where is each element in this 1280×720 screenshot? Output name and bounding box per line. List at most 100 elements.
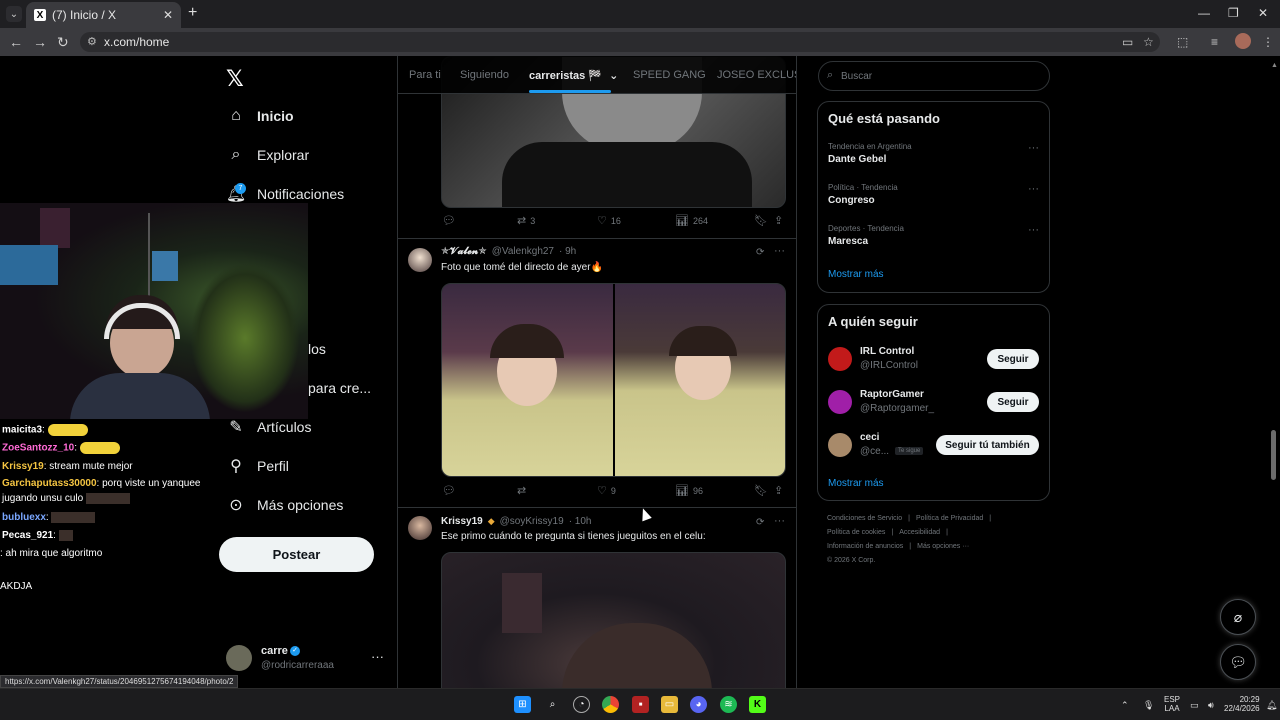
retweet-button[interactable]: ⇄ 3 bbox=[517, 214, 535, 227]
nav-explore[interactable]: ⌕ Explorar bbox=[226, 135, 310, 175]
tweet-author-handle[interactable]: @soyKrissy19 bbox=[500, 516, 564, 527]
bookmark-star-icon[interactable]: ☆ bbox=[1143, 35, 1154, 49]
follow-item[interactable]: ceci @ce... Te sigue Seguir tú también bbox=[828, 431, 1043, 461]
footer-cookies[interactable]: Política de cookies bbox=[827, 529, 885, 536]
page-scrollbar[interactable] bbox=[1271, 430, 1276, 480]
nav-partial-2[interactable]: los bbox=[308, 329, 326, 369]
follow-button[interactable]: Seguir bbox=[987, 392, 1039, 412]
views-button[interactable]: 📊︎ 264 bbox=[675, 214, 708, 227]
footer-accessibility[interactable]: Accesibilidad bbox=[899, 529, 940, 536]
follow-back-button[interactable]: Seguir tú también bbox=[936, 435, 1039, 455]
file-explorer-icon[interactable]: ▭ bbox=[661, 696, 678, 713]
discord-icon[interactable]: ◕ bbox=[690, 696, 707, 713]
nav-partial-3[interactable]: para cre... bbox=[308, 368, 371, 408]
system-clock[interactable]: 20:29 22/4/2026 bbox=[1224, 695, 1260, 713]
tweet-author-name[interactable]: ✯𝓥𝓪𝓵𝓮𝓷✯ bbox=[441, 246, 487, 257]
tab-close-icon[interactable]: ✕ bbox=[163, 8, 173, 22]
trend-item[interactable]: Deportes · Tendencia Maresca ··· bbox=[828, 224, 1043, 254]
follow-item[interactable]: RaptorGamer @Raptorgamer_ Seguir bbox=[828, 388, 1043, 418]
trends-show-more[interactable]: Mostrar más bbox=[828, 269, 884, 280]
windows-start-icon[interactable]: ⊞ bbox=[514, 696, 531, 713]
tweet-time[interactable]: · 9h bbox=[559, 246, 576, 257]
microphone-icon[interactable]: 🎙︎ bbox=[1143, 700, 1154, 711]
address-bar[interactable]: ⚙ x.com/home bbox=[80, 32, 1160, 52]
chrome-icon[interactable] bbox=[602, 696, 619, 713]
media-control-icon[interactable]: ≡ bbox=[1211, 35, 1218, 49]
nav-profile[interactable]: ⚲ Perfil bbox=[226, 446, 289, 486]
install-app-icon[interactable]: ▭ bbox=[1122, 35, 1133, 49]
grok-icon[interactable]: ⟳ bbox=[756, 247, 764, 258]
search-input[interactable]: ⌕ Buscar bbox=[818, 61, 1050, 91]
browser-tab[interactable]: X (7) Inicio / X ✕ bbox=[26, 2, 181, 28]
tab-carreristas[interactable]: carreristas 🏁 ⌄ bbox=[529, 69, 618, 82]
tab-joseo[interactable]: JOSEO EXCLUSIV bbox=[717, 69, 796, 81]
account-switcher[interactable]: carre ✓ @rodricarreraaa ··· bbox=[226, 643, 386, 675]
tweet-author-name[interactable]: Krissy19 bbox=[441, 516, 483, 527]
close-window-button[interactable]: ✕ bbox=[1258, 6, 1268, 20]
scroll-up-arrow-icon[interactable]: ▲ bbox=[1271, 62, 1278, 69]
trend-more-icon[interactable]: ··· bbox=[1028, 183, 1039, 195]
tray-chevron-icon[interactable]: ⌃ bbox=[1121, 700, 1129, 711]
tab-speed-gang[interactable]: SPEED GANG bbox=[633, 69, 706, 81]
nav-home[interactable]: ⌂ Inicio bbox=[226, 96, 293, 136]
extensions-icon[interactable]: ⬚ bbox=[1177, 35, 1188, 49]
site-info-icon[interactable]: ⚙ bbox=[87, 35, 97, 48]
tweet-video[interactable] bbox=[441, 552, 786, 688]
trend-item[interactable]: Política · Tendencia Congreso ··· bbox=[828, 183, 1043, 213]
forward-button[interactable]: → bbox=[33, 34, 47, 50]
footer-more[interactable]: Más opciones ··· bbox=[917, 543, 969, 550]
share-button[interactable]: ⇪ bbox=[774, 484, 783, 497]
minimize-button[interactable]: — bbox=[1198, 6, 1210, 20]
kick-icon[interactable]: K bbox=[749, 696, 766, 713]
notifications-icon[interactable]: 🔔︎ bbox=[1266, 700, 1277, 711]
follow-button[interactable]: Seguir bbox=[987, 349, 1039, 369]
reload-button[interactable]: ↻ bbox=[57, 34, 69, 51]
reply-button[interactable]: 💬︎ bbox=[442, 484, 460, 497]
tweet-avatar[interactable] bbox=[408, 516, 432, 540]
share-button[interactable]: ⇪ bbox=[774, 214, 783, 227]
views-button[interactable]: 📊︎ 96 bbox=[675, 484, 703, 497]
new-tab-button[interactable]: + bbox=[188, 4, 197, 22]
obs-app-icon[interactable]: ■ bbox=[632, 696, 649, 713]
network-icon[interactable]: ▭ bbox=[1190, 700, 1199, 711]
copilot-icon[interactable]: ◔ bbox=[573, 696, 590, 713]
language-indicator[interactable]: ESP LAA bbox=[1164, 695, 1180, 713]
tweet-avatar[interactable] bbox=[408, 248, 432, 272]
grok-fab-icon[interactable]: ⌀ bbox=[1220, 599, 1256, 635]
like-button[interactable]: ♡ 9 bbox=[597, 484, 616, 497]
tweet-time[interactable]: · 10h bbox=[569, 516, 592, 527]
bookmark-button[interactable]: 🔖︎ bbox=[754, 214, 768, 227]
trend-more-icon[interactable]: ··· bbox=[1028, 224, 1039, 236]
tab-siguiendo[interactable]: Siguiendo bbox=[460, 69, 509, 81]
bookmark-button[interactable]: 🔖︎ bbox=[754, 484, 768, 497]
browser-menu-icon[interactable]: ⋮ bbox=[1262, 35, 1274, 49]
footer-terms[interactable]: Condiciones de Servicio bbox=[827, 515, 902, 522]
x-logo-icon[interactable]: 𝕏 bbox=[226, 66, 244, 92]
follow-show-more[interactable]: Mostrar más bbox=[828, 478, 884, 489]
tweet-more-icon[interactable]: ··· bbox=[774, 515, 785, 527]
tab-para-ti[interactable]: Para ti bbox=[409, 69, 441, 81]
back-button[interactable]: ← bbox=[9, 34, 23, 50]
messages-fab-icon[interactable]: 💬︎ bbox=[1220, 644, 1256, 680]
like-button[interactable]: ♡ 16 bbox=[597, 214, 621, 227]
follow-item[interactable]: IRL Control @IRLControl Seguir bbox=[828, 345, 1043, 375]
nav-more[interactable]: ⊙ Más opciones bbox=[226, 485, 343, 525]
tweet-author-handle[interactable]: @Valenkgh27 bbox=[492, 246, 554, 257]
tab-list-button[interactable]: ⌄ bbox=[6, 6, 22, 22]
grok-icon[interactable]: ⟳ bbox=[756, 517, 764, 528]
retweet-button[interactable]: ⇄ bbox=[517, 484, 530, 497]
account-more-icon[interactable]: ··· bbox=[371, 649, 384, 664]
trend-item[interactable]: Tendencia en Argentina Dante Gebel ··· bbox=[828, 142, 1043, 172]
volume-icon[interactable]: 🔊︎ bbox=[1208, 700, 1214, 711]
spotify-icon[interactable]: ≋ bbox=[720, 696, 737, 713]
maximize-button[interactable]: ❐ bbox=[1228, 6, 1239, 20]
post-button[interactable]: Postear bbox=[219, 537, 374, 572]
tweet-photo-2[interactable] bbox=[614, 284, 785, 476]
reply-button[interactable]: 💬︎ bbox=[442, 214, 460, 227]
tweet-photo-1[interactable] bbox=[442, 284, 613, 476]
footer-privacy[interactable]: Política de Privacidad bbox=[916, 515, 983, 522]
footer-ads-info[interactable]: Información de anuncios bbox=[827, 543, 903, 550]
trend-more-icon[interactable]: ··· bbox=[1028, 142, 1039, 154]
taskbar-search-icon[interactable]: ⌕ bbox=[544, 696, 561, 713]
profile-avatar[interactable] bbox=[1235, 33, 1251, 49]
